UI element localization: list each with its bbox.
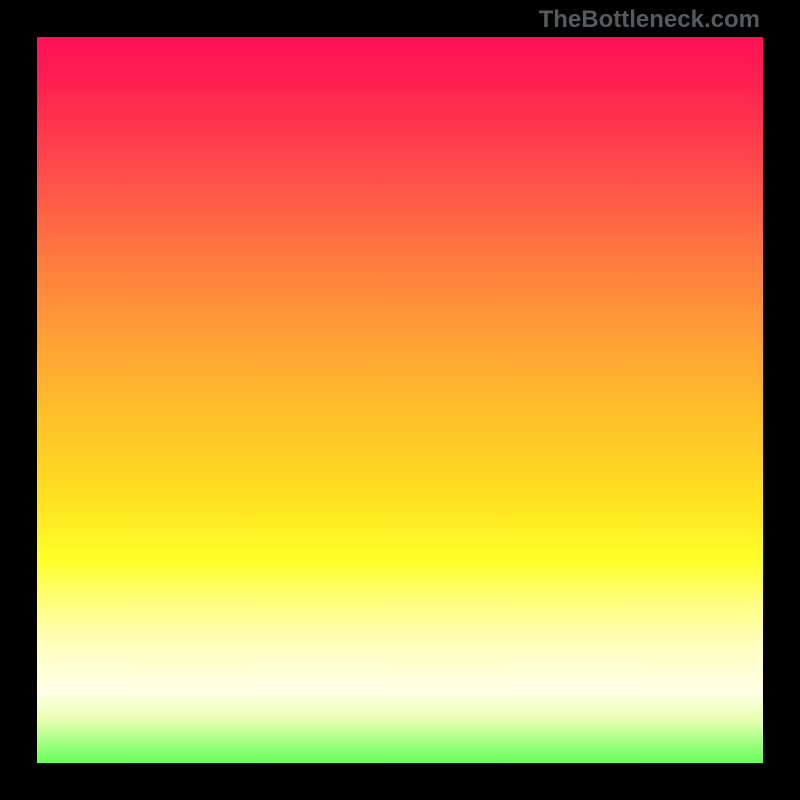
chart-frame: TheBottleneck.com xyxy=(0,0,800,800)
plot-area xyxy=(37,37,763,763)
heatmap-gradient xyxy=(37,37,763,763)
watermark-text: TheBottleneck.com xyxy=(539,6,760,34)
